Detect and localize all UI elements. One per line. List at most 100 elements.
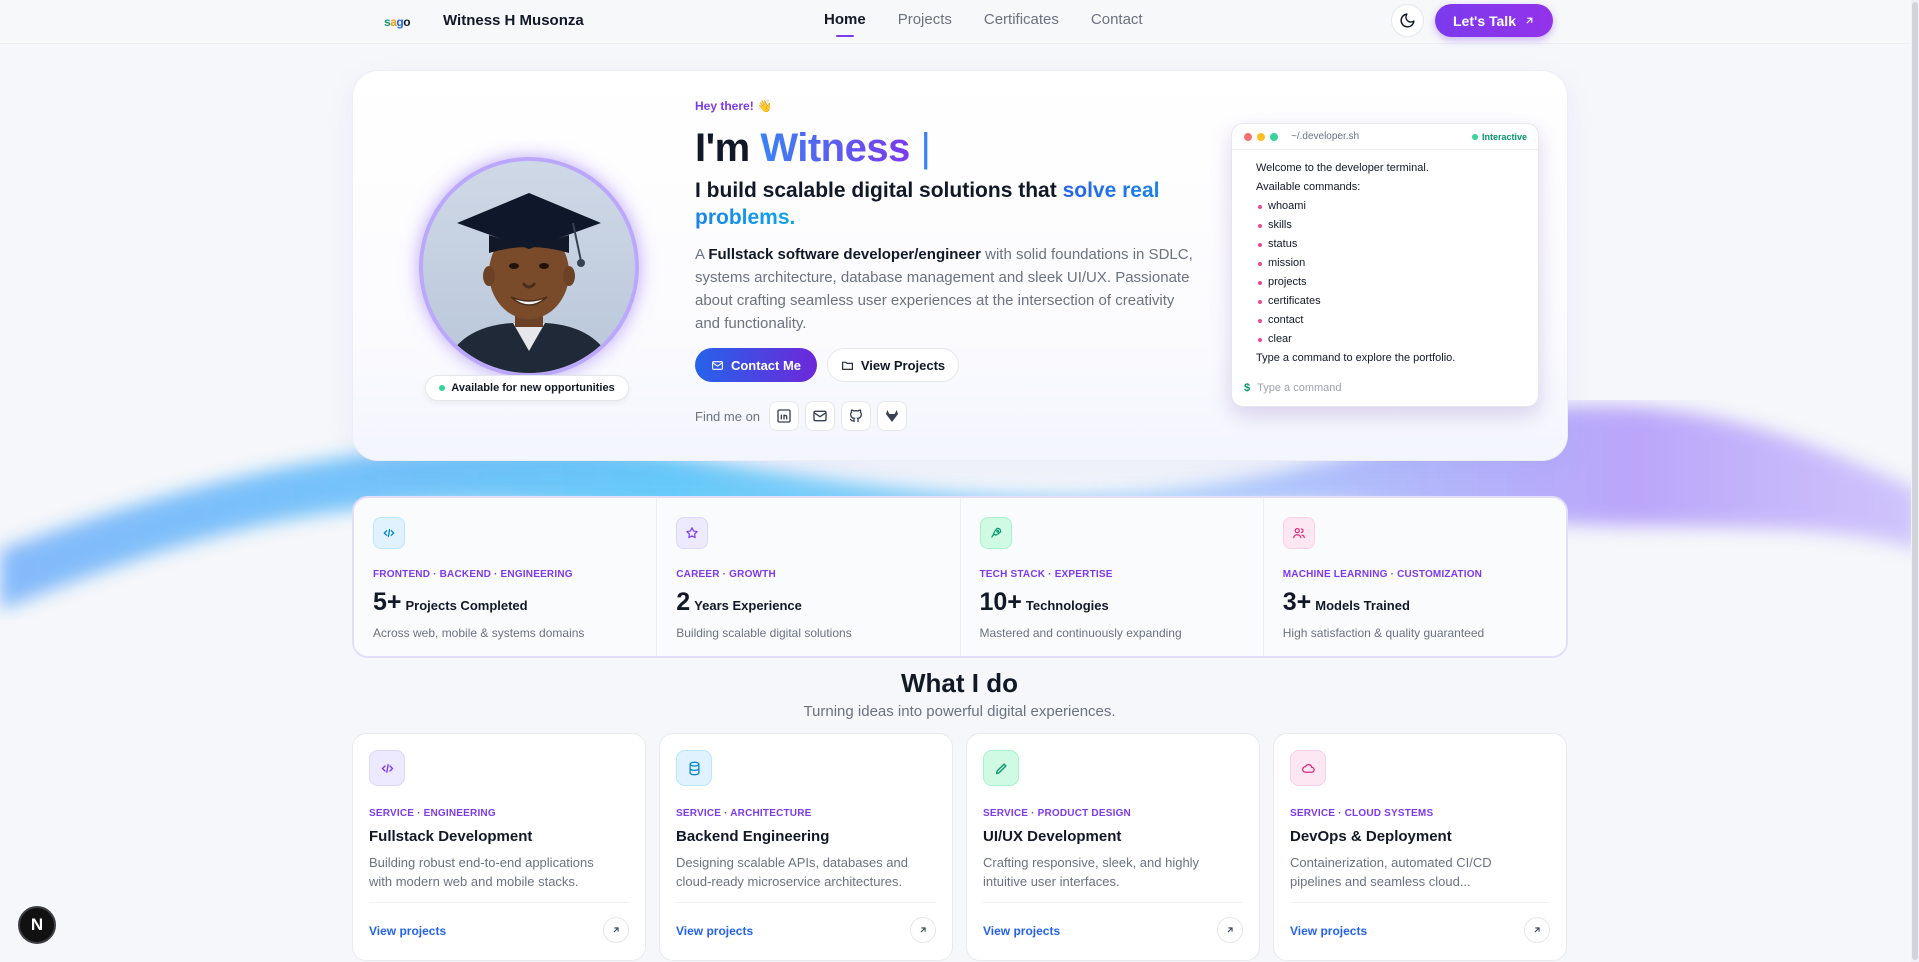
hero-subheadline: I build scalable digital solutions that … <box>695 177 1175 231</box>
availability-label: Available for new opportunities <box>451 382 615 394</box>
gitlab-link[interactable] <box>877 401 907 431</box>
stat-card: FRONTEND · BACKEND · ENGINEERING 5+ Proje… <box>354 498 658 656</box>
graduate-portrait <box>443 193 615 373</box>
interactive-badge: Interactive <box>1471 132 1527 142</box>
service-card[interactable]: SERVICE · ENGINEERING Fullstack Developm… <box>352 733 646 961</box>
view-projects-button[interactable]: View Projects <box>827 348 959 382</box>
database-icon <box>676 750 712 786</box>
view-projects-label: View Projects <box>860 357 946 373</box>
view-projects-link[interactable]: View projects <box>676 924 753 938</box>
hero-card: Available for new opportunities Hey ther… <box>352 70 1568 461</box>
service-card[interactable]: SERVICE · PRODUCT DESIGN UI/UX Developme… <box>966 733 1260 961</box>
users-icon <box>1282 517 1315 549</box>
arrow-up-right-icon <box>1227 927 1233 933</box>
service-title: Backend Engineering <box>676 828 830 845</box>
github-icon <box>849 409 863 422</box>
services-grid: SERVICE · ENGINEERING Fullstack Developm… <box>352 733 1568 961</box>
contact-me-label: Contact Me <box>730 357 802 373</box>
mail-icon <box>712 360 723 370</box>
terminal-available: Available commands: <box>1256 181 1361 193</box>
terminal-input[interactable]: $ Type a command <box>1244 382 1342 394</box>
terminal-command[interactable]: mission <box>1256 254 1524 273</box>
developer-terminal[interactable]: ~/.developer.sh Interactive Welcome to t… <box>1231 123 1539 407</box>
terminal-header: ~/.developer.sh Interactive <box>1232 124 1538 150</box>
theme-toggle-button[interactable] <box>1391 4 1424 37</box>
stat-category: CAREER · GROWTH <box>676 569 776 580</box>
terminal-command[interactable]: whoami <box>1256 197 1524 216</box>
service-title: Fullstack Development <box>369 828 533 845</box>
pen-icon <box>983 750 1019 786</box>
service-card[interactable]: SERVICE · CLOUD SYSTEMS DevOps & Deploym… <box>1273 733 1567 961</box>
terminal-command[interactable]: projects <box>1256 273 1524 292</box>
moon-icon <box>1400 13 1415 28</box>
arrow-up-right-icon <box>613 927 619 933</box>
social-links <box>769 401 907 431</box>
gitlab-icon <box>886 410 898 422</box>
linkedin-link[interactable] <box>769 401 799 431</box>
service-description: Containerization, automated CI/CD pipeli… <box>1290 855 1492 889</box>
site-logo[interactable]: sago <box>384 15 416 29</box>
email-link[interactable] <box>805 401 835 431</box>
maximize-dot <box>1270 133 1278 141</box>
page-scrollbar[interactable] <box>1911 0 1919 962</box>
stat-card: TECH STACK · EXPERTISE 10+ Technologies M… <box>960 498 1264 656</box>
service-card[interactable]: SERVICE · ARCHITECTURE Backend Engineeri… <box>659 733 953 961</box>
view-projects-link[interactable]: View projects <box>1290 924 1367 938</box>
availability-badge: Available for new opportunities <box>425 375 629 401</box>
stat-category: FRONTEND · BACKEND · ENGINEERING <box>373 569 573 580</box>
service-title: UI/UX Development <box>983 828 1122 845</box>
terminal-command[interactable]: clear <box>1256 330 1524 349</box>
stats-strip: FRONTEND · BACKEND · ENGINEERING 5+ Proje… <box>352 496 1568 658</box>
close-dot <box>1244 133 1252 141</box>
nav-link-contact[interactable]: Contact <box>1091 11 1143 28</box>
stat-description: Across web, mobile & systems domains <box>373 626 585 640</box>
cloud-icon <box>1290 750 1326 786</box>
stat-value: 2 Years Experience <box>676 588 802 616</box>
stat-card: CAREER · GROWTH 2 Years Experience Buildi… <box>657 498 961 656</box>
stat-category: TECH STACK · EXPERTISE <box>979 569 1113 580</box>
hero-greeting: Hey there! 👋 <box>695 99 772 113</box>
terminal-placeholder: Type a command <box>1257 382 1342 394</box>
terminal-command[interactable]: skills <box>1256 216 1524 235</box>
hero-bio: A Fullstack software developer/engineer … <box>695 243 1195 335</box>
headline-im: I'm <box>695 126 750 170</box>
divider <box>676 902 936 903</box>
status-dot <box>1471 134 1478 140</box>
terminal-command[interactable]: contact <box>1256 311 1524 330</box>
nav-link-home[interactable]: Home <box>824 11 866 37</box>
terminal-welcome: Welcome to the developer terminal. <box>1256 162 1429 174</box>
linkedin-icon <box>777 409 791 423</box>
divider <box>1290 902 1550 903</box>
terminal-command[interactable]: certificates <box>1256 292 1524 311</box>
view-projects-link[interactable]: View projects <box>369 924 446 938</box>
terminal-output: Welcome to the developer terminal. Avail… <box>1232 150 1538 368</box>
divider <box>369 902 629 903</box>
lets-talk-label: Let's Talk <box>1453 12 1516 29</box>
nav-link-certificates[interactable]: Certificates <box>984 11 1059 28</box>
folder-icon <box>841 361 853 370</box>
lets-talk-button[interactable]: Let's Talk <box>1435 4 1553 37</box>
stat-card: MACHINE LEARNING · CUSTOMIZATION 3+ Model… <box>1263 498 1566 656</box>
view-projects-link[interactable]: View projects <box>983 924 1060 938</box>
github-link[interactable] <box>841 401 871 431</box>
minimize-dot <box>1257 133 1265 141</box>
arrow-button[interactable] <box>910 917 936 943</box>
logo-letter: o <box>403 15 411 29</box>
profile-photo-frame <box>419 157 639 377</box>
arrow-button[interactable] <box>1524 917 1550 943</box>
service-category: SERVICE · CLOUD SYSTEMS <box>1290 808 1434 819</box>
headline-name: Witness <box>760 126 910 170</box>
nextjs-dev-badge[interactable]: N <box>18 906 56 944</box>
contact-me-button[interactable]: Contact Me <box>695 348 817 382</box>
nav-link-projects[interactable]: Projects <box>898 11 952 28</box>
service-description: Building robust end-to-end applications … <box>369 855 594 889</box>
top-navigation: sago Witness H Musonza Home Projects Cer… <box>0 0 1911 44</box>
terminal-command[interactable]: status <box>1256 235 1524 254</box>
brand-name[interactable]: Witness H Musonza <box>443 12 584 29</box>
scrollbar-thumb[interactable] <box>1912 2 1918 960</box>
code-icon <box>373 517 405 549</box>
service-description: Crafting responsive, sleek, and highly i… <box>983 855 1200 889</box>
stat-value: 5+ Projects Completed <box>373 588 528 616</box>
arrow-button[interactable] <box>603 917 629 943</box>
arrow-button[interactable] <box>1217 917 1243 943</box>
